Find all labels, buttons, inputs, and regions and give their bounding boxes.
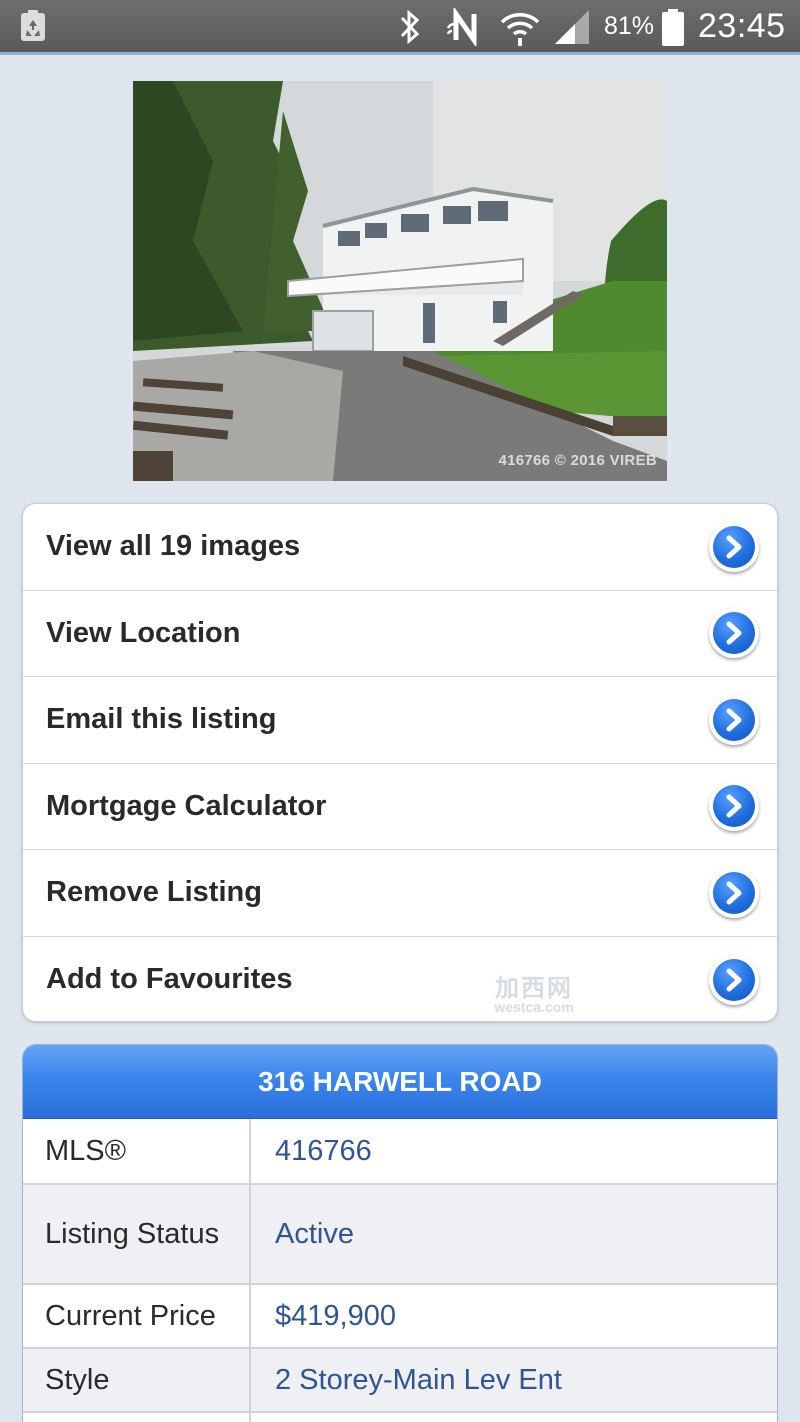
detail-value: 416766 [275, 1134, 372, 1167]
remove-listing-button[interactable]: Remove Listing [23, 850, 777, 937]
watermark: 加西网 westca.com [482, 968, 586, 1015]
detail-value: 2 Storey-Main Lev Ent [275, 1363, 562, 1396]
mortgage-calculator-button[interactable]: Mortgage Calculator [23, 763, 777, 850]
email-listing-button[interactable]: Email this listing [23, 677, 777, 764]
listing-address: 316 HARWELL ROAD [23, 1045, 777, 1119]
listing-details: 316 HARWELL ROAD MLS® 416766 Listing Sta… [22, 1044, 778, 1422]
detail-row-style: Style 2 Storey-Main Lev Ent [23, 1349, 777, 1413]
nfc-icon [446, 8, 477, 46]
chevron-right-icon[interactable] [709, 781, 759, 832]
battery-icon [662, 9, 684, 46]
detail-key: MLS® [23, 1119, 251, 1183]
chevron-right-icon[interactable] [709, 867, 759, 918]
detail-row-price: Current Price $419,900 [23, 1285, 777, 1349]
chevron-right-icon[interactable] [709, 694, 759, 745]
action-label: Add to Favourites [46, 963, 293, 996]
watermark-text-cn: 加西网 [495, 975, 573, 1002]
action-label: Email this listing [46, 703, 277, 736]
action-label: Remove Listing [46, 876, 262, 909]
detail-row-partial [23, 1413, 777, 1422]
chevron-right-icon[interactable] [709, 521, 759, 572]
add-to-favourites-button[interactable]: Add to Favourites [23, 936, 777, 1021]
detail-value: Active [275, 1217, 354, 1250]
watermark-text-en: westca.com [494, 999, 574, 1015]
battery-percent: 81% [604, 12, 655, 40]
photo-caption: 416766 © 2016 VIREB [498, 452, 657, 469]
detail-key [23, 1413, 251, 1422]
bluetooth-icon [400, 9, 420, 45]
detail-key: Style [23, 1349, 251, 1411]
listing-actions: View all 19 images View Location Email t… [22, 503, 778, 1022]
view-location-button[interactable]: View Location [23, 590, 777, 677]
detail-key: Listing Status [23, 1185, 251, 1283]
detail-value [251, 1413, 777, 1422]
listing-photo[interactable]: 416766 © 2016 VIREB [133, 81, 667, 481]
action-label: View Location [46, 616, 241, 649]
chevron-right-icon[interactable] [709, 954, 759, 1005]
detail-value: $419,900 [275, 1299, 396, 1332]
clock: 23:45 [698, 7, 786, 45]
recycle-icon [21, 10, 45, 41]
action-label: Mortgage Calculator [46, 789, 327, 822]
detail-row-mls: MLS® 416766 [23, 1119, 777, 1185]
chevron-right-icon[interactable] [709, 608, 759, 659]
detail-row-status: Listing Status Active [23, 1185, 777, 1285]
action-label: View all 19 images [46, 530, 301, 563]
detail-key: Current Price [23, 1285, 251, 1347]
wifi-icon [500, 13, 540, 46]
signal-icon [555, 10, 589, 44]
view-images-button[interactable]: View all 19 images [23, 504, 777, 591]
status-bar: 81% 23:45 [0, 0, 800, 55]
